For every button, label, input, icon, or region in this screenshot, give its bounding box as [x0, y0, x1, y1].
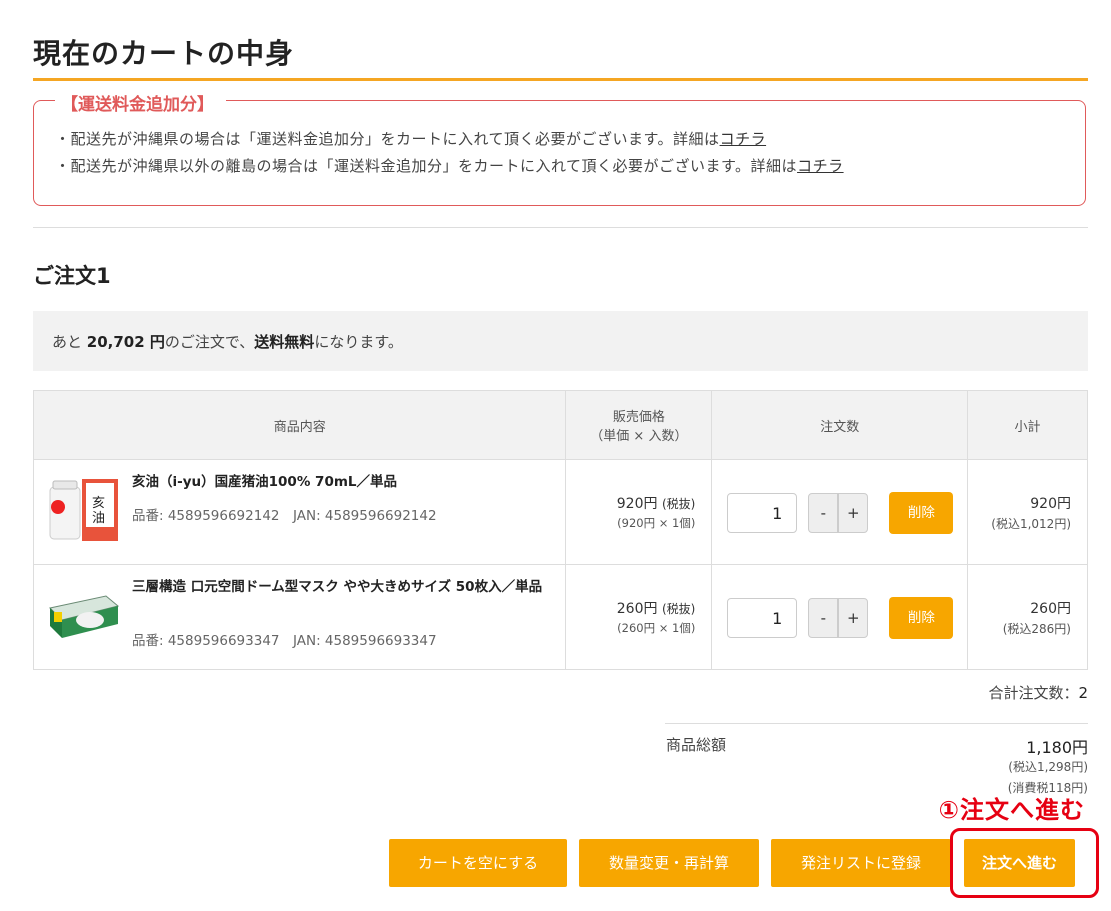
line-subtotal-tax: (税込1,012円) — [991, 516, 1071, 531]
goods-total-amount: 1,180円 — [1026, 738, 1088, 757]
shipping-remaining-amount: 20,702 円 — [86, 333, 165, 351]
price-detail: (920円 × 1個) — [617, 516, 696, 530]
price-detail: (260円 × 1個) — [617, 621, 696, 635]
product-thumbnail-mask[interactable] — [46, 582, 120, 650]
notice-link-islands[interactable]: コチラ — [797, 157, 844, 175]
goods-total-label: 商品総額 — [666, 736, 727, 754]
product-thumbnail-lard[interactable]: 亥 油 — [46, 477, 120, 545]
header-qty: 注文数 — [711, 390, 969, 460]
shipping-middle: のご注文で、 — [164, 333, 255, 351]
cart-table: 商品内容 販売価格 （単価 × 入数） 注文数 小計 亥 油 亥油（i-yu）国… — [32, 390, 1088, 670]
goods-total-tax-included: (税込1,298円) — [1008, 760, 1088, 774]
proceed-highlight-frame — [950, 828, 1099, 898]
table-header-row: 商品内容 販売価格 （単価 × 入数） 注文数 小計 — [32, 390, 1088, 460]
header-price-sub: （単価 × 入数） — [590, 429, 688, 444]
notice-line-text: ・配送先が沖縄県以外の離島の場合は「運送料金追加分」をカートに入れて頂く必要がご… — [55, 157, 798, 175]
quantity-input[interactable] — [727, 598, 798, 638]
free-shipping-label: 送料無料 — [254, 333, 315, 351]
empty-cart-button[interactable]: カートを空にする — [389, 839, 567, 887]
product-cell: 亥 油 亥油（i-yu）国産猪油100% 70mL／単品 品番: 4589596… — [32, 459, 567, 565]
line-subtotal-tax: (税込286円) — [1002, 621, 1071, 636]
total-count-value: 2 — [1078, 684, 1088, 702]
qty-decrease-button[interactable]: - — [808, 493, 839, 533]
tax-excluded-note: (税抜) — [661, 602, 696, 616]
total-count-label: 合計注文数： — [988, 684, 1079, 702]
order-title: ご注文1 — [33, 264, 111, 288]
line-subtotal: 920円 — [1030, 495, 1071, 512]
header-subtotal: 小計 — [967, 390, 1088, 460]
notice-heading: 【運送料金追加分】 — [55, 90, 226, 115]
header-price-label: 販売価格 — [612, 410, 665, 425]
qty-increase-button[interactable]: + — [838, 598, 869, 638]
qty-decrease-button[interactable]: - — [808, 598, 839, 638]
product-name: 三層構造 口元空間ドーム型マスク やや大きめサイズ 50枚入／単品 — [132, 579, 543, 595]
table-row: 亥 油 亥油（i-yu）国産猪油100% 70mL／単品 品番: 4589596… — [32, 459, 1088, 565]
unit-price: 260円 — [616, 601, 658, 617]
price-cell: 920円 (税抜) (920円 × 1個) — [565, 459, 713, 565]
notice-link-okinawa[interactable]: コチラ — [720, 130, 767, 148]
free-shipping-message: あと 20,702 円のご注文で、送料無料になります。 — [52, 331, 403, 352]
product-name: 亥油（i-yu）国産猪油100% 70mL／単品 — [132, 474, 398, 490]
qty-cell: - + 削除 — [711, 459, 969, 565]
tax-excluded-note: (税抜) — [661, 497, 696, 511]
table-row: 三層構造 口元空間ドーム型マスク やや大きめサイズ 50枚入／単品 品番: 45… — [32, 564, 1088, 670]
notice-line-text: ・配送先が沖縄県の場合は「運送料金追加分」をカートに入れて頂く必要がございます。… — [55, 130, 720, 148]
notice-line-islands: ・配送先が沖縄県以外の離島の場合は「運送料金追加分」をカートに入れて頂く必要がご… — [55, 155, 844, 176]
notice-line-okinawa: ・配送先が沖縄県の場合は「運送料金追加分」をカートに入れて頂く必要がございます。… — [55, 128, 766, 149]
header-price: 販売価格 （単価 × 入数） — [565, 390, 713, 460]
total-order-count: 合計注文数：2 — [988, 682, 1088, 703]
summary-divider — [665, 723, 1088, 724]
shipping-notice-box — [33, 100, 1086, 206]
quantity-input[interactable] — [727, 493, 798, 533]
shipping-suffix: になります。 — [314, 333, 403, 351]
delete-item-button[interactable]: 削除 — [889, 597, 954, 639]
recalculate-button[interactable]: 数量変更・再計算 — [579, 839, 759, 887]
add-to-order-list-button[interactable]: 発注リストに登録 — [771, 839, 951, 887]
subtotal-cell: 260円 (税込286円) — [967, 564, 1088, 670]
header-product: 商品内容 — [32, 390, 567, 460]
svg-text:油: 油 — [92, 511, 105, 526]
shipping-prefix: あと — [52, 333, 87, 351]
product-code: 品番: 4589596692142 JAN: 4589596692142 — [132, 508, 437, 524]
svg-text:亥: 亥 — [92, 496, 105, 511]
section-divider — [33, 227, 1088, 228]
qty-increase-button[interactable]: + — [838, 493, 869, 533]
subtotal-cell: 920円 (税込1,012円) — [967, 459, 1088, 565]
qty-cell: - + 削除 — [711, 564, 969, 670]
title-divider — [33, 78, 1088, 81]
product-cell: 三層構造 口元空間ドーム型マスク やや大きめサイズ 50枚入／単品 品番: 45… — [32, 564, 567, 670]
delete-item-button[interactable]: 削除 — [889, 492, 954, 534]
page-title: 現在のカートの中身 — [33, 37, 295, 70]
proceed-annotation-label: ①注文へ進む — [938, 796, 1085, 824]
product-code: 品番: 4589596693347 JAN: 4589596693347 — [132, 633, 437, 649]
price-cell: 260円 (税抜) (260円 × 1個) — [565, 564, 713, 670]
unit-price: 920円 — [616, 496, 658, 512]
line-subtotal: 260円 — [1030, 600, 1071, 617]
